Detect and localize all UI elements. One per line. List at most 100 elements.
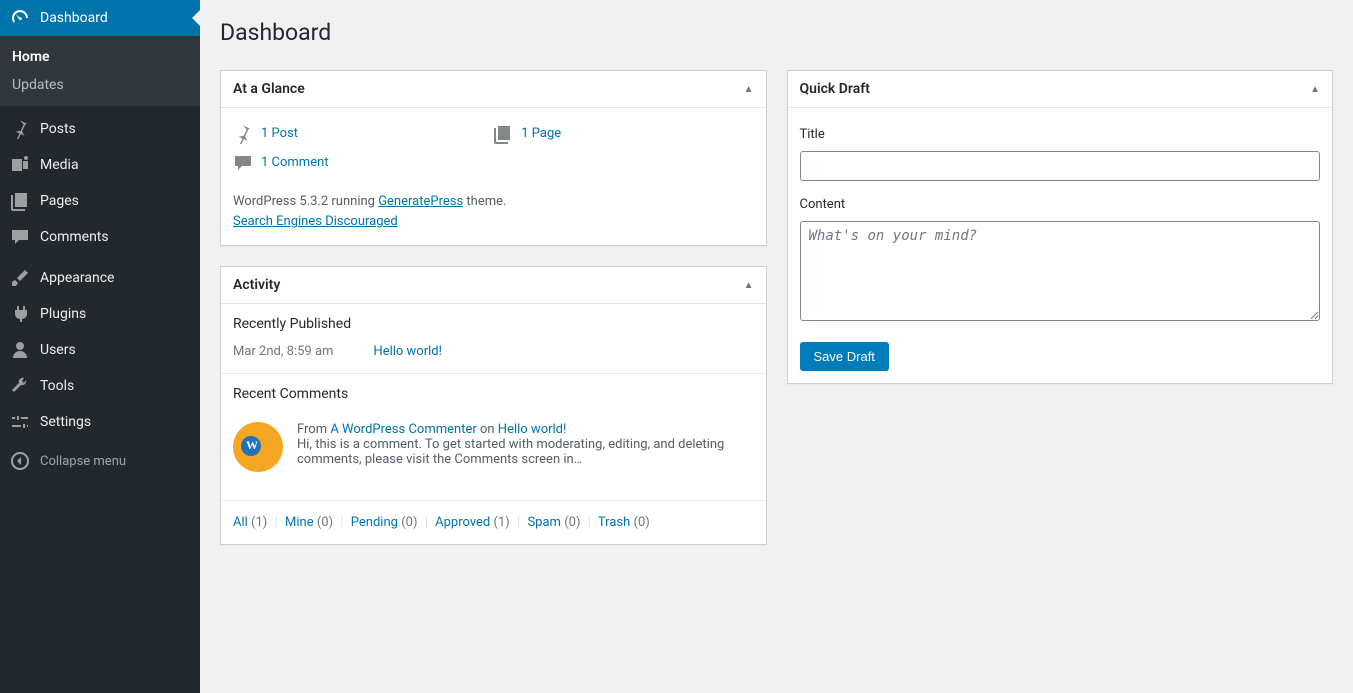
count: (0) bbox=[634, 515, 650, 530]
main-content: Dashboard At a Glance ▲ 1 Post bbox=[200, 0, 1353, 565]
widget-title: Quick Draft bbox=[800, 81, 870, 97]
sidebar-item-dashboard[interactable]: Dashboard bbox=[0, 0, 200, 36]
quick-draft-widget: Quick Draft ▲ Title Content Save Draft bbox=[787, 70, 1334, 384]
widget-header[interactable]: Activity ▲ bbox=[221, 267, 766, 304]
comment-item: From A WordPress Commenter on Hello worl… bbox=[221, 408, 766, 500]
comment-icon bbox=[10, 227, 30, 247]
comment-filters: All (1) | Mine (0) | Pending (0) | Appro… bbox=[221, 500, 766, 544]
comment-excerpt: Hi, this is a comment. To get started wi… bbox=[297, 437, 754, 467]
dashboard-icon bbox=[10, 8, 30, 28]
column-left: At a Glance ▲ 1 Post 1 Page bbox=[220, 70, 767, 545]
sidebar-item-plugins[interactable]: Plugins bbox=[0, 296, 200, 332]
theme-link[interactable]: GeneratePress bbox=[378, 194, 463, 209]
brush-icon bbox=[10, 268, 30, 288]
comments-link[interactable]: 1 Comment bbox=[261, 153, 329, 174]
sidebar-sub-home[interactable]: Home bbox=[0, 43, 200, 71]
sidebar-item-media[interactable]: Media bbox=[0, 147, 200, 183]
sidebar-item-label: Media bbox=[40, 157, 79, 173]
comment-icon bbox=[233, 153, 253, 173]
chevron-up-icon[interactable]: ▲ bbox=[744, 84, 754, 95]
widget-title: Activity bbox=[233, 277, 280, 293]
save-draft-button[interactable]: Save Draft bbox=[800, 342, 889, 371]
chevron-up-icon[interactable]: ▲ bbox=[744, 280, 754, 291]
collapse-icon bbox=[10, 451, 30, 471]
sidebar-item-label: Users bbox=[40, 342, 76, 358]
admin-sidebar: Dashboard Home Updates Posts Media Pages… bbox=[0, 0, 200, 693]
sidebar-item-tools[interactable]: Tools bbox=[0, 368, 200, 404]
sidebar-item-label: Tools bbox=[40, 378, 74, 394]
sidebar-sub-updates[interactable]: Updates bbox=[0, 71, 200, 99]
count: (0) bbox=[564, 515, 580, 530]
sidebar-item-posts[interactable]: Posts bbox=[0, 111, 200, 147]
wrench-icon bbox=[10, 376, 30, 396]
sidebar-item-comments[interactable]: Comments bbox=[0, 219, 200, 255]
collapse-menu-button[interactable]: Collapse menu bbox=[0, 443, 200, 479]
plug-icon bbox=[10, 304, 30, 324]
media-icon bbox=[10, 155, 30, 175]
publish-date: Mar 2nd, 8:59 am bbox=[233, 344, 333, 359]
published-post-link[interactable]: Hello world! bbox=[373, 344, 442, 359]
comment-author-link[interactable]: A WordPress Commenter bbox=[330, 422, 476, 437]
dashboard-widgets: At a Glance ▲ 1 Post 1 Page bbox=[220, 70, 1333, 545]
sidebar-item-appearance[interactable]: Appearance bbox=[0, 260, 200, 296]
sliders-icon bbox=[10, 412, 30, 432]
version-suffix: theme. bbox=[463, 194, 506, 209]
comment-meta: From A WordPress Commenter on Hello worl… bbox=[297, 422, 754, 437]
filter-trash[interactable]: Trash bbox=[598, 515, 630, 530]
widget-header[interactable]: At a Glance ▲ bbox=[221, 71, 766, 108]
draft-title-input[interactable] bbox=[800, 151, 1321, 181]
sidebar-item-users[interactable]: Users bbox=[0, 332, 200, 368]
glance-stats-list: 1 Post 1 Page 1 Comment bbox=[233, 120, 754, 178]
count: (1) bbox=[494, 515, 510, 530]
glance-posts: 1 Post bbox=[233, 120, 493, 149]
page-title: Dashboard bbox=[220, 10, 1333, 50]
column-right: Quick Draft ▲ Title Content Save Draft bbox=[787, 70, 1334, 384]
chevron-up-icon[interactable]: ▲ bbox=[1310, 84, 1320, 95]
glance-footer: WordPress 5.3.2 running GeneratePress th… bbox=[233, 192, 754, 234]
at-a-glance-widget: At a Glance ▲ 1 Post 1 Page bbox=[220, 70, 767, 246]
avatar bbox=[233, 422, 283, 472]
pin-icon bbox=[10, 119, 30, 139]
sidebar-item-label: Appearance bbox=[40, 270, 114, 286]
count: (0) bbox=[401, 515, 417, 530]
count: (0) bbox=[317, 515, 333, 530]
sidebar-item-settings[interactable]: Settings bbox=[0, 404, 200, 440]
recent-comments-title: Recent Comments bbox=[221, 374, 766, 408]
filter-pending[interactable]: Pending bbox=[351, 515, 398, 530]
sidebar-item-label: Plugins bbox=[40, 306, 86, 322]
published-post-row: Mar 2nd, 8:59 am Hello world! bbox=[221, 338, 766, 373]
sidebar-item-label: Comments bbox=[40, 229, 109, 245]
filter-all[interactable]: All bbox=[233, 515, 248, 530]
filter-spam[interactable]: Spam bbox=[527, 515, 561, 530]
from-prefix: From bbox=[297, 422, 330, 437]
version-text: WordPress 5.3.2 running bbox=[233, 194, 378, 209]
page-icon bbox=[493, 124, 513, 144]
sidebar-item-label: Pages bbox=[40, 193, 79, 209]
sidebar-item-label: Posts bbox=[40, 121, 76, 137]
user-icon bbox=[10, 340, 30, 360]
sidebar-item-label: Dashboard bbox=[40, 10, 108, 26]
content-label: Content bbox=[800, 195, 1321, 216]
draft-content-textarea[interactable] bbox=[800, 221, 1321, 321]
glance-comments: 1 Comment bbox=[233, 149, 493, 178]
search-engines-link[interactable]: Search Engines Discouraged bbox=[233, 214, 398, 229]
widget-title: At a Glance bbox=[233, 81, 305, 97]
title-label: Title bbox=[800, 125, 1321, 146]
comment-post-link[interactable]: Hello world! bbox=[498, 422, 567, 437]
sidebar-submenu: Home Updates bbox=[0, 36, 200, 106]
filter-approved[interactable]: Approved bbox=[435, 515, 490, 530]
sidebar-item-label: Settings bbox=[40, 414, 91, 430]
pages-link[interactable]: 1 Page bbox=[521, 124, 561, 145]
recently-published-title: Recently Published bbox=[221, 304, 766, 338]
posts-link[interactable]: 1 Post bbox=[261, 124, 298, 145]
filter-mine[interactable]: Mine bbox=[285, 515, 314, 530]
activity-widget: Activity ▲ Recently Published Mar 2nd, 8… bbox=[220, 266, 767, 545]
collapse-label: Collapse menu bbox=[40, 454, 126, 469]
sidebar-item-pages[interactable]: Pages bbox=[0, 183, 200, 219]
pin-icon bbox=[233, 124, 253, 144]
glance-pages: 1 Page bbox=[493, 120, 753, 149]
count: (1) bbox=[251, 515, 267, 530]
widget-header[interactable]: Quick Draft ▲ bbox=[788, 71, 1333, 108]
on-text: on bbox=[477, 422, 498, 437]
page-icon bbox=[10, 191, 30, 211]
